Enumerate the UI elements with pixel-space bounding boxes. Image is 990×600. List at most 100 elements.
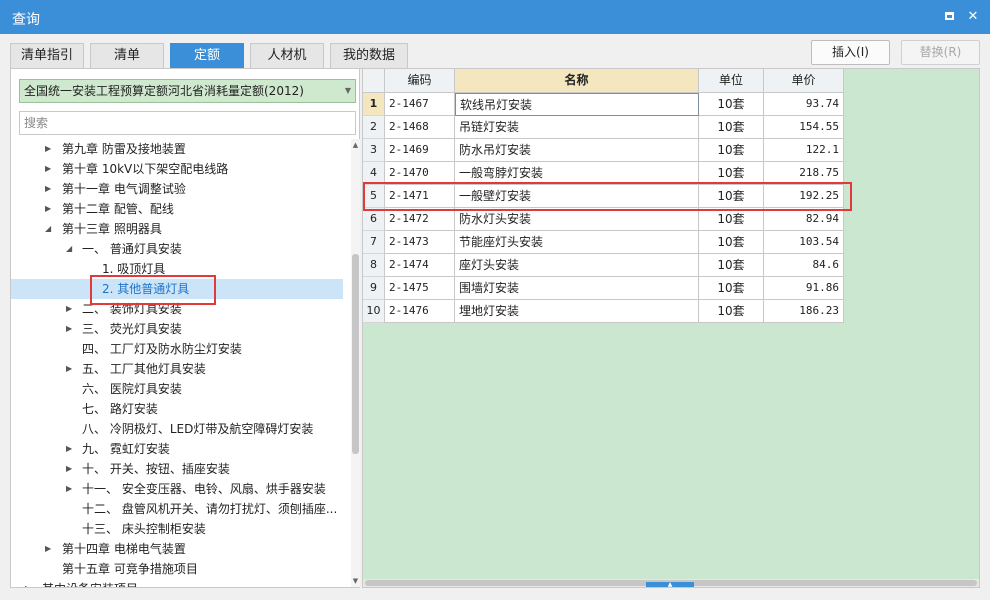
scrollbar-thumb[interactable]	[352, 254, 359, 454]
row-number[interactable]: 1	[363, 93, 385, 116]
cell-code[interactable]: 2-1475	[385, 277, 455, 300]
cell-code[interactable]: 2-1468	[385, 116, 455, 139]
cell-name[interactable]: 埋地灯安装	[455, 300, 699, 323]
expand-arrow-icon[interactable]: ▶	[45, 539, 55, 559]
cell-price[interactable]: 103.54	[764, 231, 844, 254]
cell-code[interactable]: 2-1467	[385, 93, 455, 116]
cell-name[interactable]: 软线吊灯安装	[455, 93, 699, 116]
cell-name[interactable]: 节能座灯头安装	[455, 231, 699, 254]
tree-node[interactable]: 四、 工厂灯及防水防尘灯安装	[11, 339, 343, 359]
tree-node[interactable]: 十二、 盘管风机开关、请勿打扰灯、须刨插座...	[11, 499, 343, 519]
column-header-code[interactable]: 编码	[385, 69, 455, 93]
tree-node[interactable]: ▶ 十、 开关、按钮、插座安装	[11, 459, 343, 479]
expand-arrow-icon[interactable]: ▶	[45, 179, 55, 199]
tree-node[interactable]: ▶ 五、 工厂其他灯具安装	[11, 359, 343, 379]
cell-code[interactable]: 2-1476	[385, 300, 455, 323]
tree-node[interactable]: 十三、 床头控制柜安装	[11, 519, 343, 539]
row-number[interactable]: 6	[363, 208, 385, 231]
cell-unit[interactable]: 10套	[699, 254, 764, 277]
row-number[interactable]: 9	[363, 277, 385, 300]
cell-price[interactable]: 82.94	[764, 208, 844, 231]
tree-node[interactable]: ▶ 第十四章 电梯电气装置	[11, 539, 343, 559]
tree-node[interactable]: ▶ 十一、 安全变压器、电铃、风扇、烘手器安装	[11, 479, 343, 499]
tree-node[interactable]: ▶ 三、 荧光灯具安装	[11, 319, 343, 339]
tree-node[interactable]: 七、 路灯安装	[11, 399, 343, 419]
cell-unit[interactable]: 10套	[699, 277, 764, 300]
close-icon[interactable]: ✕	[966, 10, 980, 24]
tree-node[interactable]: ◢ 第十三章 照明器具	[11, 219, 343, 239]
cell-unit[interactable]: 10套	[699, 231, 764, 254]
tree-node[interactable]: ▶ 第九章 防雷及接地装置	[11, 139, 343, 159]
cell-unit[interactable]: 10套	[699, 139, 764, 162]
cell-name[interactable]: 座灯头安装	[455, 254, 699, 277]
cell-code[interactable]: 2-1472	[385, 208, 455, 231]
cell-code[interactable]: 2-1469	[385, 139, 455, 162]
cell-code[interactable]: 2-1474	[385, 254, 455, 277]
cell-price[interactable]: 154.55	[764, 116, 844, 139]
tree-node[interactable]: ▶ 第十章 10kV以下架空配电线路	[11, 159, 343, 179]
row-number[interactable]: 10	[363, 300, 385, 323]
cell-name[interactable]: 防水灯头安装	[455, 208, 699, 231]
cell-price[interactable]: 84.6	[764, 254, 844, 277]
tree-node[interactable]: 八、 冷阴极灯、LED灯带及航空障碍灯安装	[11, 419, 343, 439]
title-bar: 查询 ✕	[0, 0, 990, 34]
tree-node[interactable]: 六、 医院灯具安装	[11, 379, 343, 399]
cell-name[interactable]: 围墙灯安装	[455, 277, 699, 300]
collapse-arrow-icon[interactable]: ◢	[45, 219, 55, 239]
cell-unit[interactable]: 10套	[699, 208, 764, 231]
tab-quota[interactable]: 定额	[170, 43, 244, 69]
cell-price[interactable]: 122.1	[764, 139, 844, 162]
quota-grid: 编码 名称 单位 单价 1 2-1467 软线吊灯安装 10套 93.74 2 …	[362, 68, 980, 588]
tab-labor-material[interactable]: 人材机	[250, 43, 324, 69]
collapse-arrow-icon[interactable]: ◢	[66, 239, 76, 259]
library-select[interactable]: 全国统一安装工程预算定额河北省消耗量定额(2012) ▼	[19, 79, 356, 103]
expand-arrow-icon[interactable]: ▶	[66, 459, 76, 479]
scroll-down-icon[interactable]: ▼	[351, 577, 360, 585]
replace-button[interactable]: 替换(R)	[901, 40, 980, 65]
cell-price[interactable]: 91.86	[764, 277, 844, 300]
expand-arrow-icon[interactable]: ▶	[45, 199, 55, 219]
chapter-tree: ▶ 第九章 防雷及接地装置 ▶ 第十章 10kV以下架空配电线路 ▶ 第十一章 …	[11, 139, 343, 587]
expand-arrow-icon[interactable]: ▶	[66, 479, 76, 499]
row-number[interactable]: 8	[363, 254, 385, 277]
insert-button[interactable]: 插入(I)	[811, 40, 890, 65]
tree-node[interactable]: 第十五章 可竞争措施项目	[11, 559, 343, 579]
column-header-name[interactable]: 名称	[455, 69, 699, 93]
maximize-icon[interactable]	[942, 10, 956, 24]
row-number[interactable]: 2	[363, 116, 385, 139]
cell-unit[interactable]: 10套	[699, 116, 764, 139]
grid-corner	[363, 69, 385, 93]
column-header-price[interactable]: 单价	[764, 69, 844, 93]
cell-price[interactable]: 93.74	[764, 93, 844, 116]
expand-arrow-icon[interactable]: ▶	[66, 319, 76, 339]
tree-node[interactable]: ▶ 第十二章 配管、配线	[11, 199, 343, 219]
tree-node[interactable]: ▶ 其中设备安装项目	[11, 579, 343, 587]
tab-my-data[interactable]: 我的数据	[330, 43, 408, 69]
tree-scrollbar[interactable]: ▲ ▼	[351, 139, 360, 587]
tree-node[interactable]: ▶ 第十一章 电气调整试验	[11, 179, 343, 199]
cell-unit[interactable]: 10套	[699, 300, 764, 323]
expand-arrow-icon[interactable]: ▶	[66, 299, 76, 319]
tab-bill-guide[interactable]: 清单指引	[10, 43, 84, 69]
cell-price[interactable]: 186.23	[764, 300, 844, 323]
expand-arrow-icon[interactable]: ▶	[66, 359, 76, 379]
panel-resize-grip[interactable]: ▲	[646, 582, 694, 588]
row-number[interactable]: 3	[363, 139, 385, 162]
cell-name[interactable]: 防水吊灯安装	[455, 139, 699, 162]
library-select-value: 全国统一安装工程预算定额河北省消耗量定额(2012)	[24, 84, 304, 98]
window-title: 查询	[12, 12, 40, 28]
row-number[interactable]: 7	[363, 231, 385, 254]
expand-arrow-icon[interactable]: ▶	[25, 579, 35, 587]
expand-arrow-icon[interactable]: ▶	[45, 159, 55, 179]
scroll-up-icon[interactable]: ▲	[351, 141, 360, 149]
tab-bill[interactable]: 清单	[90, 43, 164, 69]
expand-arrow-icon[interactable]: ▶	[66, 439, 76, 459]
cell-unit[interactable]: 10套	[699, 93, 764, 116]
expand-arrow-icon[interactable]: ▶	[45, 139, 55, 159]
tree-node[interactable]: ▶ 九、 霓虹灯安装	[11, 439, 343, 459]
search-input[interactable]	[19, 111, 356, 135]
cell-name[interactable]: 吊链灯安装	[455, 116, 699, 139]
column-header-unit[interactable]: 单位	[699, 69, 764, 93]
cell-code[interactable]: 2-1473	[385, 231, 455, 254]
tree-node[interactable]: ◢ 一、 普通灯具安装	[11, 239, 343, 259]
